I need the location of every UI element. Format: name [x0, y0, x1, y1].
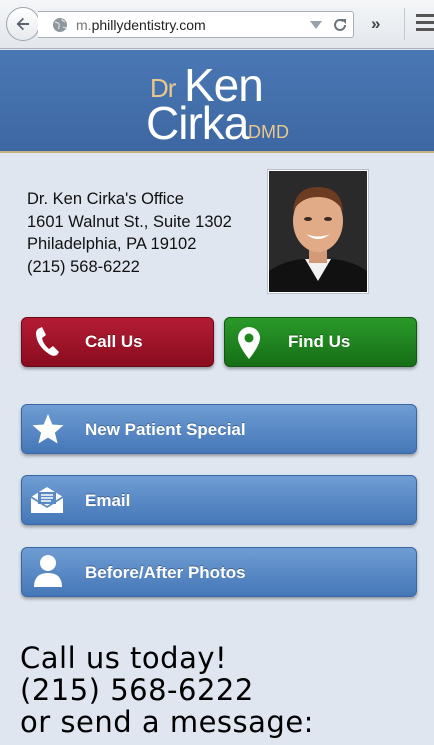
cta-phone[interactable]: (215) 568-6222: [20, 674, 314, 706]
toolbar-overflow-button[interactable]: »: [371, 14, 380, 34]
before-after-photos-button[interactable]: Before/After Photos: [21, 547, 417, 597]
phone-icon: [36, 327, 59, 356]
call-to-action: Call us today! (215) 568-6222 or send a …: [20, 642, 314, 738]
logo-dmd: DMD: [248, 122, 289, 142]
doctor-photo: [268, 170, 368, 293]
globe-icon: [53, 18, 67, 32]
star-icon: [32, 414, 64, 444]
back-button[interactable]: [6, 7, 40, 41]
back-arrow-icon: [16, 17, 29, 31]
call-us-button[interactable]: Call Us: [21, 317, 214, 367]
site-header: Dr Ken Cirka DMD: [0, 50, 434, 153]
find-us-button[interactable]: Find Us: [224, 317, 417, 367]
find-us-label: Find Us: [288, 332, 351, 351]
url-text: m.phillydentistry.com: [76, 17, 206, 33]
hamburger-menu-icon[interactable]: [416, 14, 434, 35]
logo[interactable]: Dr Ken Cirka DMD: [146, 59, 296, 149]
call-us-label: Call Us: [85, 332, 143, 351]
email-label: Email: [85, 491, 131, 510]
office-info: Dr. Ken Cirka's Office 1601 Walnut St., …: [27, 188, 232, 278]
toolbar-separator: [404, 8, 405, 40]
logo-cirka: Cirka: [146, 97, 249, 149]
cta-line-1: Call us today!: [20, 641, 228, 675]
url-history-dropdown-icon[interactable]: [310, 21, 322, 29]
url-subdomain: m.: [76, 17, 92, 33]
office-name: Dr. Ken Cirka's Office: [27, 190, 184, 208]
office-phone[interactable]: (215) 568-6222: [27, 256, 232, 279]
email-button[interactable]: Email: [21, 475, 417, 525]
new-patient-special-button[interactable]: New Patient Special: [21, 404, 417, 454]
envelope-icon: [30, 487, 64, 513]
before-after-photos-label: Before/After Photos: [85, 563, 246, 582]
person-icon: [34, 555, 62, 587]
browser-toolbar: m.phillydentistry.com »: [0, 0, 434, 49]
cta-line-3: or send a message:: [20, 705, 314, 739]
url-host: phillydentistry.com: [91, 17, 206, 33]
new-patient-special-label: New Patient Special: [85, 420, 246, 439]
office-street: 1601 Walnut St., Suite 1302: [27, 212, 232, 231]
map-pin-icon: [238, 327, 260, 359]
reload-icon[interactable]: [331, 16, 349, 34]
address-bar[interactable]: m.phillydentistry.com: [38, 11, 354, 38]
office-city: Philadelphia, PA 19102: [27, 235, 197, 253]
